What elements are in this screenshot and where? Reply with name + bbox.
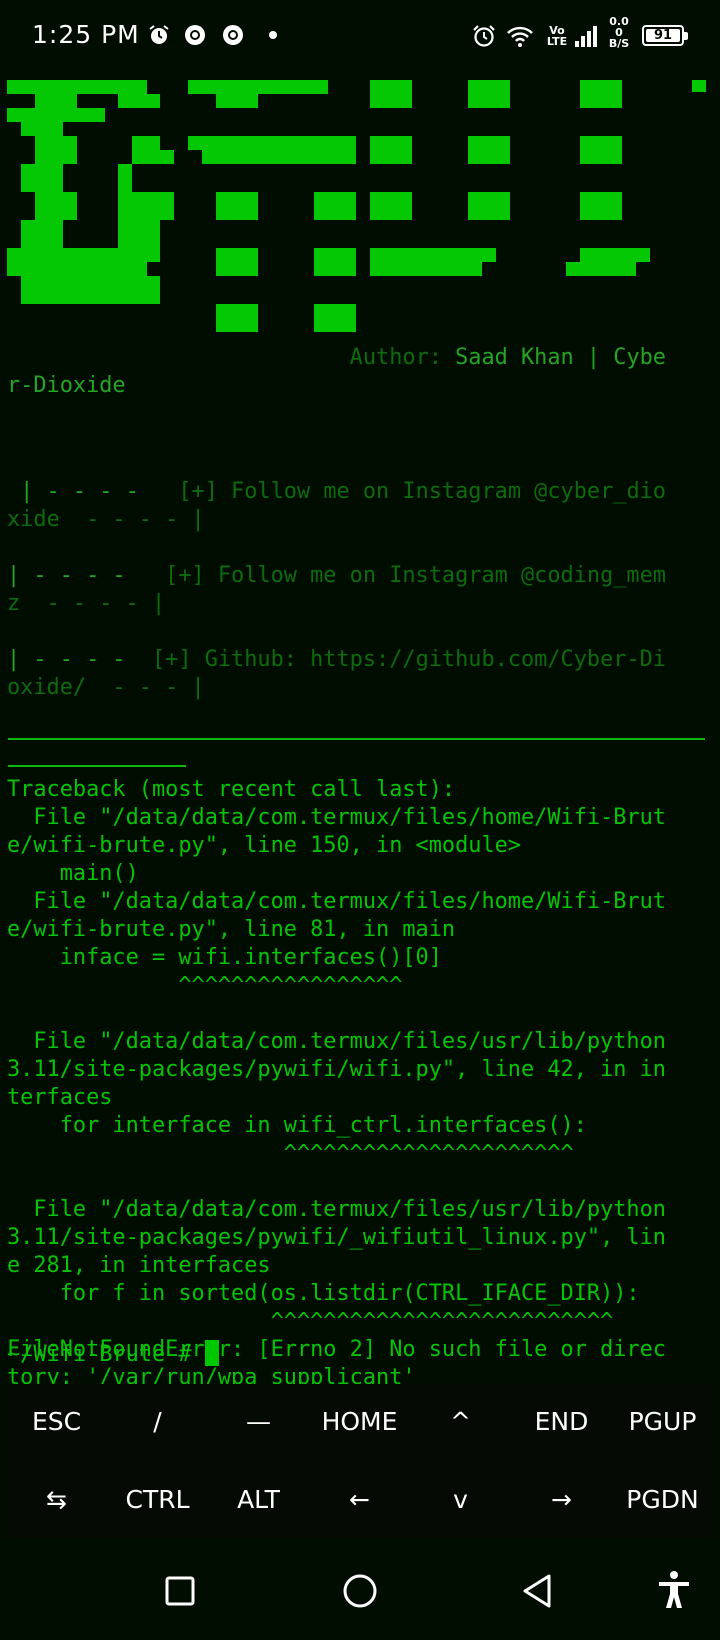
battery-level: 91	[653, 28, 673, 43]
signal-icon	[575, 26, 597, 47]
traceback-line: for interface in wifi_ctrl.interfaces():	[7, 1113, 587, 1138]
status-bar: 1:25 PM Vo LTE 0.0 0 B/S 91	[0, 0, 720, 72]
accessibility-icon[interactable]	[656, 1570, 692, 1610]
traceback-line: File "/data/data/com.termux/files/usr/li…	[7, 1197, 666, 1222]
traceback-line: ^^^^^^^^^^^^^^^^^^^^^^	[7, 1141, 574, 1166]
traceback-line: File "/data/data/com.termux/files/usr/li…	[7, 1029, 666, 1054]
key-tab[interactable]: ⇆	[6, 1466, 107, 1532]
wifi-icon	[507, 26, 533, 47]
ascii-banner-logo	[0, 72, 720, 352]
shell-prompt[interactable]: ~/Wifi-Brute #	[7, 1340, 219, 1369]
key-right[interactable]: →	[511, 1466, 612, 1532]
author-name: Saad Khan | Cybe	[455, 345, 666, 370]
key-alt[interactable]: ALT	[208, 1466, 309, 1532]
traceback-line: File "/data/data/com.termux/files/home/W…	[7, 889, 666, 914]
instagram-line-2b: z - - - - |	[7, 591, 166, 616]
author-label: Author:	[349, 345, 456, 370]
traceback-line: e/wifi-brute.py", line 150, in <module>	[7, 833, 521, 858]
key-up[interactable]: ^	[410, 1388, 511, 1454]
key-left[interactable]: ←	[309, 1466, 410, 1532]
navigation-bar	[0, 1540, 720, 1640]
key-dash[interactable]: —	[208, 1388, 309, 1454]
alarm-icon	[473, 25, 495, 47]
traceback-line: Traceback (most recent call last):	[7, 777, 456, 802]
author-line: Author: Saad Khan | Cybe	[7, 344, 666, 372]
traceback-line: 3.11/site-packages/pywifi/wifi.py", line…	[7, 1057, 666, 1082]
traceback-line: 3.11/site-packages/pywifi/_wifiutil_linu…	[7, 1225, 666, 1250]
key-ctrl[interactable]: CTRL	[107, 1466, 208, 1532]
instagram-line-1b: xide - - - - |	[7, 507, 205, 532]
traceback-line: ^^^^^^^^^^^^^^^^^	[7, 973, 403, 998]
prompt-text: ~/Wifi-Brute #	[7, 1342, 205, 1367]
chrome-icon	[223, 25, 243, 45]
dot-icon	[269, 31, 277, 39]
instagram-line-2: | - - - - [+] Follow me on Instagram @co…	[7, 563, 666, 588]
battery-icon: 91	[642, 25, 688, 46]
recents-icon[interactable]	[164, 1575, 196, 1607]
key-pgdn[interactable]: PGDN	[612, 1466, 713, 1532]
network-speed: 0.0 0 B/S	[608, 15, 630, 50]
traceback-line: terfaces	[7, 1085, 113, 1110]
traceback-line: inface = wifi.interfaces()[0]	[7, 945, 442, 970]
instagram-line-1: | - - - - [+] Follow me on Instagram @cy…	[7, 479, 666, 504]
back-icon[interactable]	[520, 1573, 554, 1609]
traceback-line: main()	[7, 861, 139, 886]
clock: 1:25 PM	[32, 20, 140, 49]
key-esc[interactable]: ESC	[6, 1388, 107, 1454]
key-slash[interactable]: /	[107, 1388, 208, 1454]
traceback-line: for f in sorted(os.listdir(CTRL_IFACE_DI…	[7, 1281, 640, 1306]
github-line-b: oxide/ - - - |	[7, 675, 205, 700]
key-home[interactable]: HOME	[309, 1388, 410, 1454]
divider	[8, 738, 705, 740]
traceback-line: e 281, in interfaces	[7, 1253, 271, 1278]
traceback-line: e/wifi-brute.py", line 81, in main	[7, 917, 456, 942]
extra-keys-bar: ESC / — HOME ^ END PGUP ⇆ CTRL ALT ← v →…	[6, 1384, 714, 1538]
text-cursor	[204, 1340, 219, 1366]
divider	[8, 765, 186, 767]
github-line: | - - - - [+] Github: https://github.com…	[7, 647, 666, 672]
key-down[interactable]: v	[410, 1466, 511, 1532]
author-line-2: r-Dioxide	[7, 373, 126, 398]
key-end[interactable]: END	[511, 1388, 612, 1454]
chrome-icon	[185, 25, 205, 45]
home-icon[interactable]	[342, 1573, 378, 1609]
key-pgup[interactable]: PGUP	[612, 1388, 713, 1454]
traceback-line: ^^^^^^^^^^^^^^^^^^^^^^^^^^	[7, 1309, 614, 1334]
traceback-line: File "/data/data/com.termux/files/home/W…	[7, 805, 666, 830]
terminal-output[interactable]: Author: Saad Khan | Cybe r-Dioxide | - -…	[0, 72, 720, 1390]
volte-icon: Vo LTE	[546, 24, 568, 48]
alarm-icon	[149, 25, 169, 44]
